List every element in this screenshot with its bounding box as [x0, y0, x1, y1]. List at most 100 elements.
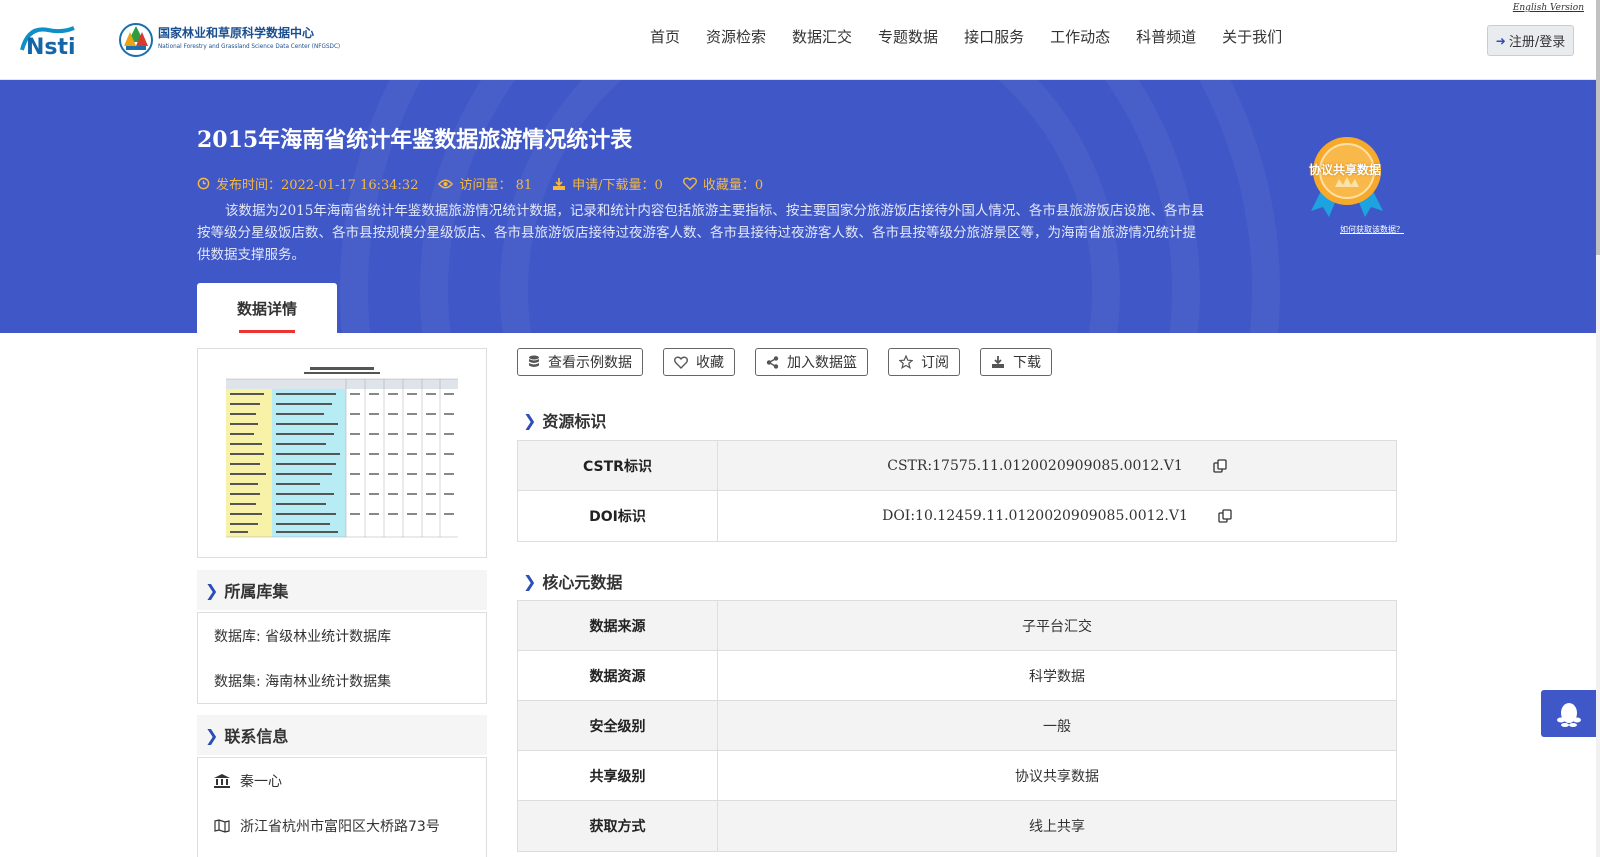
view-sample-button[interactable]: 查看示例数据: [517, 348, 643, 376]
tab-active-underline: [239, 330, 295, 333]
dataset-thumbnail[interactable]: [197, 348, 487, 558]
chevron-right-icon: ❯: [523, 571, 537, 591]
resource-id-heading-text: 资源标识: [542, 412, 607, 431]
meta-value: 线上共享: [1029, 819, 1085, 835]
cstr-value: CSTR:17575.11.0120020909085.0012.V1: [887, 457, 1183, 474]
doi-value: DOI:10.12459.11.0120020909085.0012.V1: [882, 508, 1188, 524]
table-row: 数据来源 子平台汇交: [518, 601, 1396, 651]
library-list: 数据库: 省级林业统计数据库 数据集: 海南林业统计数据集: [197, 612, 487, 704]
nav-resource-search[interactable]: 资源检索: [706, 26, 766, 47]
star-icon: [899, 355, 913, 369]
dataset-title: 2015年海南省统计年鉴数据旅游情况统计表: [197, 127, 633, 153]
publish-time: 发布时间：2022-01-17 16:34:32: [197, 174, 418, 193]
chevron-right-icon: ❯: [523, 410, 537, 430]
meta-value: 科学数据: [1029, 668, 1085, 685]
core-meta-table: 数据来源 子平台汇交 数据资源 科学数据 安全级别 一般 共享级别 协议共享数据…: [517, 600, 1397, 852]
org-name-en: National Forestry and Grassland Science …: [158, 43, 341, 50]
meta-key: 获取方式: [518, 801, 718, 851]
meta-key: 数据来源: [518, 601, 718, 650]
tab-data-detail[interactable]: 数据详情: [197, 283, 337, 333]
penguin-chat-icon: [1556, 702, 1581, 727]
table-preview-image: [224, 363, 460, 541]
heart-icon: [682, 177, 697, 190]
customer-service-button[interactable]: [1541, 690, 1596, 737]
contact-info: 秦一心 浙江省杭州市富阳区大桥路73号: [197, 757, 487, 857]
english-version-link[interactable]: English Version: [1513, 3, 1584, 13]
table-row: 安全级别 一般: [518, 701, 1396, 751]
download-icon: [553, 177, 566, 190]
badge-text: 协议共享数据: [1308, 163, 1381, 177]
download-count-text: 申请/下载量：0: [572, 178, 663, 193]
dataset-banner: 2015年海南省统计年鉴数据旅游情况统计表 发布时间：2022-01-17 16…: [0, 80, 1596, 333]
login-button[interactable]: ➜ 注册/登录: [1487, 25, 1574, 56]
share-level-badge: 协议共享数据: [1305, 135, 1389, 220]
core-meta-heading: ❯ 核心元数据: [517, 569, 622, 593]
meta-value: 一般: [1043, 718, 1071, 735]
heart-icon: [674, 356, 688, 369]
meta-key: 安全级别: [518, 701, 718, 750]
library-section-heading: ❯ 所属库集: [197, 570, 487, 610]
resource-id-table: CSTR标识 CSTR:17575.11.0120020909085.0012.…: [517, 440, 1397, 542]
site-header: Nsti 国家林业和草原科学数据中心 National Forestry and…: [0, 0, 1596, 80]
chevron-right-icon: ❯: [205, 580, 219, 600]
how-to-get-data-link[interactable]: 如何获取该数据？: [1340, 224, 1404, 235]
cstr-value-cell: CSTR:17575.11.0120020909085.0012.V1: [718, 441, 1396, 490]
contact-address-row: 浙江省杭州市富阳区大桥路73号: [198, 803, 486, 848]
nav-api-service[interactable]: 接口服务: [964, 26, 1024, 47]
nav-news[interactable]: 工作动态: [1050, 26, 1110, 47]
nsti-logo-text: Nsti: [26, 35, 76, 60]
database-icon: [529, 355, 539, 367]
table-row: 获取方式 线上共享: [518, 801, 1396, 851]
table-row: CSTR标识 CSTR:17575.11.0120020909085.0012.…: [518, 441, 1396, 491]
nfgsdc-logo[interactable]: 国家林业和草原科学数据中心 National Forestry and Gras…: [118, 20, 341, 60]
share-icon: [766, 355, 779, 369]
publish-time-text: 发布时间：2022-01-17 16:34:32: [216, 178, 419, 193]
add-to-basket-button[interactable]: 加入数据篮: [755, 348, 868, 376]
org-name-cn: 国家林业和草原科学数据中心: [158, 26, 315, 40]
dataset-meta: 发布时间：2022-01-17 16:34:32 访问量： 81 申请/下载量：…: [197, 174, 783, 193]
doi-key: DOI标识: [518, 491, 718, 541]
institution-icon: [214, 773, 230, 788]
database-link[interactable]: 数据库: 省级林业统计数据库: [198, 613, 486, 658]
dataset-description: 该数据为2015年海南省统计年鉴数据旅游情况统计数据，记录和统计内容包括旅游主要…: [197, 203, 1205, 263]
contact-address: 浙江省杭州市富阳区大桥路73号: [240, 818, 440, 835]
scrollbar[interactable]: [1596, 0, 1600, 857]
meta-value: 协议共享数据: [1015, 768, 1099, 785]
page: Nsti 国家林业和草原科学数据中心 National Forestry and…: [0, 0, 1600, 857]
sign-in-icon: ➜: [1495, 33, 1506, 48]
nsti-logo[interactable]: Nsti: [18, 20, 98, 60]
nav-about[interactable]: 关于我们: [1222, 26, 1282, 47]
favorite-count: 收藏量：0: [682, 174, 763, 193]
tab-data-detail-label: 数据详情: [236, 299, 297, 318]
favorite-button[interactable]: 收藏: [663, 348, 735, 376]
library-heading-text: 所属库集: [224, 582, 289, 601]
login-label: 注册/登录: [1508, 35, 1566, 50]
nav-data-submission[interactable]: 数据汇交: [792, 26, 852, 47]
contact-name-row: 秦一心: [198, 758, 486, 803]
table-row: DOI标识 DOI:10.12459.11.0120020909085.0012…: [518, 491, 1396, 541]
scrollbar-thumb[interactable]: [1596, 0, 1600, 255]
view-sample-label: 查看示例数据: [548, 355, 632, 371]
main-nav: 首页 资源检索 数据汇交 专题数据 接口服务 工作动态 科普频道 关于我们: [650, 26, 1308, 47]
doi-value-cell: DOI:10.12459.11.0120020909085.0012.V1: [718, 491, 1396, 541]
download-icon: [992, 356, 1004, 368]
nav-home[interactable]: 首页: [650, 26, 680, 47]
subscribe-button[interactable]: 订阅: [888, 348, 960, 376]
nav-topic-data[interactable]: 专题数据: [878, 26, 938, 47]
favorite-label: 收藏: [696, 355, 724, 371]
copy-icon[interactable]: [1213, 458, 1227, 473]
visit-count: 访问量： 81: [438, 174, 532, 193]
copy-icon[interactable]: [1218, 509, 1232, 523]
core-meta-heading-text: 核心元数据: [542, 573, 623, 592]
clock-icon: [197, 177, 210, 190]
visit-count-text: 访问量： 81: [459, 178, 533, 193]
dataset-link[interactable]: 数据集: 海南林业统计数据集: [198, 658, 486, 703]
action-toolbar: 查看示例数据 收藏 加入数据篮 订阅 下载: [517, 348, 1072, 376]
download-button[interactable]: 下载: [980, 348, 1052, 376]
contact-name: 秦一心: [240, 773, 282, 790]
meta-key: 数据资源: [518, 651, 718, 700]
chevron-right-icon: ❯: [205, 725, 219, 745]
add-to-basket-label: 加入数据篮: [787, 355, 857, 371]
nav-science-channel[interactable]: 科普频道: [1136, 26, 1196, 47]
eye-icon: [438, 179, 454, 188]
